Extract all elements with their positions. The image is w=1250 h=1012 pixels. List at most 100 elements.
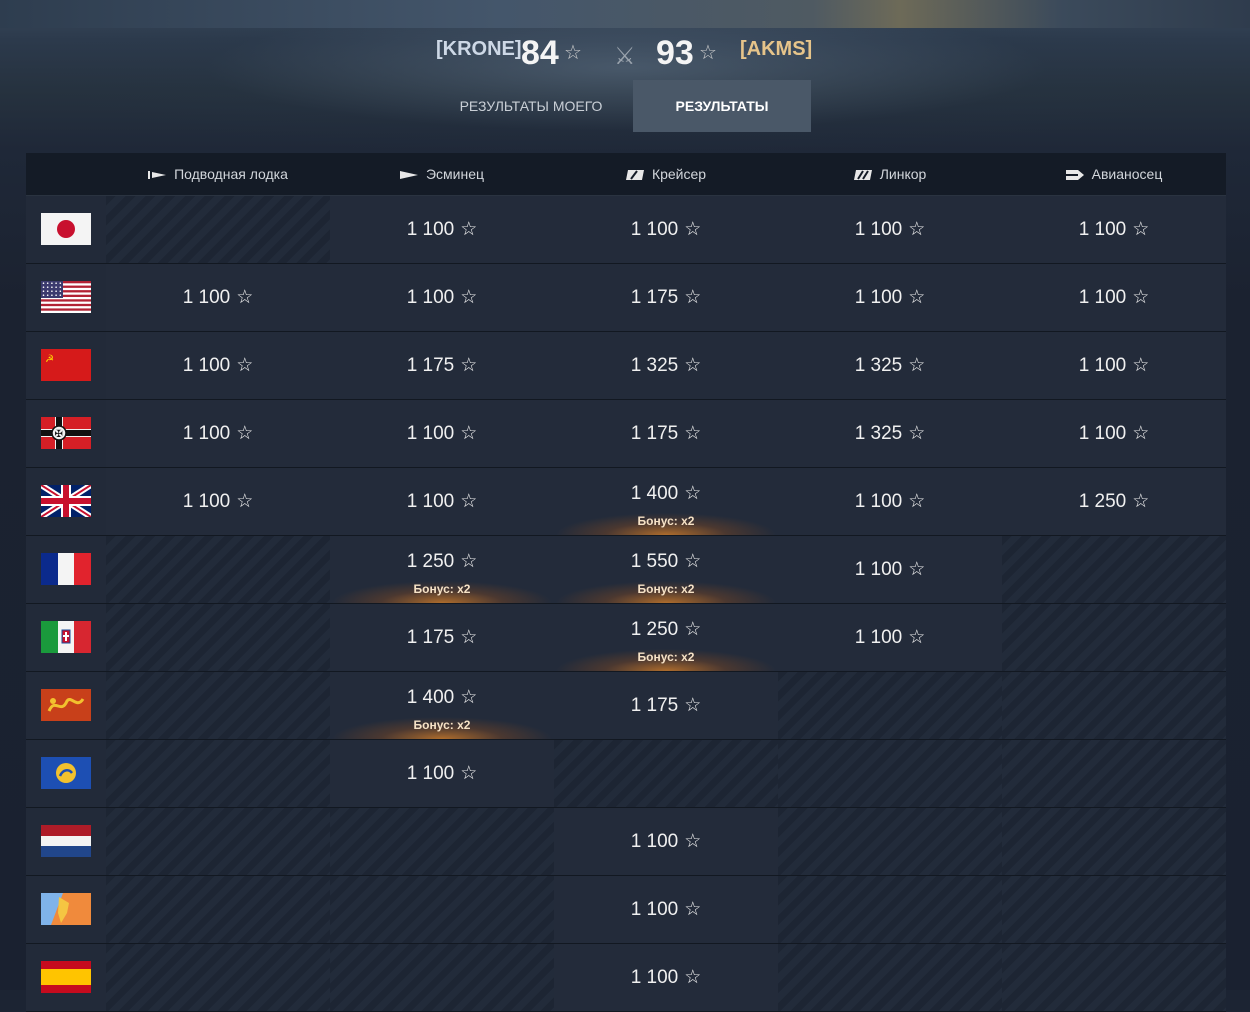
- star-icon: ☆: [460, 287, 478, 308]
- score-cell: 1 325 ☆: [778, 400, 1002, 467]
- score-cell: 1 100 ☆: [330, 400, 554, 467]
- star-value: 1 175 ☆: [554, 694, 778, 717]
- star-value: 1 100 ☆: [330, 490, 554, 513]
- nation-cell: [26, 604, 106, 671]
- star-icon: ☆: [460, 491, 478, 512]
- score-cell: 1 100 ☆: [778, 196, 1002, 263]
- empty-cell: [106, 536, 330, 603]
- score-cell: 1 100 ☆: [554, 876, 778, 943]
- star-icon: ☆: [460, 763, 478, 784]
- column-header-submarine: Подводная лодка: [106, 153, 330, 195]
- star-value-number: 1 400: [406, 687, 455, 708]
- star-icon: ☆: [460, 687, 478, 708]
- empty-cell: [106, 876, 330, 943]
- star-value-number: 1 100: [1078, 219, 1127, 240]
- star-value-number: 1 100: [630, 899, 679, 920]
- score-cell: 1 175 ☆: [330, 332, 554, 399]
- svg-text:☭: ☭: [45, 354, 54, 365]
- star-icon: ☆: [1132, 491, 1150, 512]
- column-label: Крейсер: [651, 166, 707, 182]
- column-label: Линкор: [879, 166, 927, 182]
- table-row: ☭ 1 100 ☆ 1 175 ☆ 1 325 ☆ 1 325 ☆ 1 100 ☆: [26, 332, 1226, 400]
- star-value: 1 100 ☆: [778, 626, 1002, 649]
- aircraft-carrier-icon: [1065, 170, 1084, 181]
- france-flag: [41, 553, 91, 585]
- bonus-label: Бонус: x2: [637, 514, 695, 528]
- star-value-number: 1 100: [630, 219, 679, 240]
- table-row: 1 100 ☆: [26, 740, 1226, 808]
- table-row: 1 100 ☆ 1 100 ☆ 1 175 ☆ 1 100 ☆ 1 100 ☆: [26, 264, 1226, 332]
- star-value-number: 1 100: [182, 287, 231, 308]
- star-icon: ☆: [1132, 287, 1150, 308]
- score-cell: 1 100 ☆: [106, 468, 330, 535]
- score-cell: 1 100 ☆: [1002, 264, 1226, 331]
- star-icon: ☆: [684, 483, 702, 504]
- nation-cell: [26, 264, 106, 331]
- nation-cell: [26, 672, 106, 739]
- svg-text:✠: ✠: [55, 429, 63, 440]
- star-value: 1 100 ☆: [778, 490, 1002, 513]
- score-cell: 1 100 ☆: [554, 944, 778, 1011]
- tab-opponent-results[interactable]: РЕЗУЛЬТАТЫ СОПЕРНИКА: [633, 80, 811, 166]
- column-label: Эсминец: [425, 166, 485, 182]
- table-row: 1 250 ☆ Бонус: x2 1 550 ☆ Бонус: x2 1 100 ☆: [26, 536, 1226, 604]
- empty-cell: [1002, 808, 1226, 875]
- cruiser-icon: [625, 170, 644, 181]
- table-row: 1 175 ☆ 1 250 ☆ Бонус: x2 1 100 ☆: [26, 604, 1226, 672]
- star-icon: ☆: [1132, 423, 1150, 444]
- score-cell: 1 550 ☆ Бонус: x2: [554, 536, 778, 603]
- score-cell: 1 100 ☆: [778, 536, 1002, 603]
- star-value: 1 100 ☆: [1002, 286, 1226, 309]
- empty-cell: [106, 944, 330, 1011]
- column-header-aircraft-carrier: Авианосец: [1002, 153, 1226, 195]
- star-icon: ☆: [699, 42, 717, 64]
- empty-cell: [1002, 944, 1226, 1011]
- star-value-number: 1 550: [630, 551, 679, 572]
- star-value-number: 1 175: [630, 287, 679, 308]
- battleship-icon: [853, 170, 872, 181]
- star-icon: ☆: [1132, 219, 1150, 240]
- enemy-clan-score: 93: [656, 34, 694, 72]
- empty-cell: [106, 196, 330, 263]
- ussr-flag: ☭: [41, 349, 91, 381]
- star-value-number: 1 100: [406, 423, 455, 444]
- star-value: 1 100 ☆: [106, 490, 330, 513]
- results-table: Подводная лодка Эсминец Крейсер Линкор А…: [26, 153, 1226, 1012]
- star-icon: ☆: [460, 423, 478, 444]
- nation-cell: [26, 876, 106, 943]
- star-value-number: 1 100: [854, 219, 903, 240]
- star-value-number: 1 400: [630, 483, 679, 504]
- star-value-number: 1 100: [1078, 287, 1127, 308]
- star-icon: ☆: [684, 619, 702, 640]
- score-cell: 1 100 ☆: [1002, 196, 1226, 263]
- star-value-number: 1 175: [630, 695, 679, 716]
- star-value: 1 100 ☆: [330, 422, 554, 445]
- bonus-label: Бонус: x2: [413, 582, 471, 596]
- star-icon: ☆: [908, 559, 926, 580]
- results-tabs: РЕЗУЛЬТАТЫ МОЕГО КЛАНА РЕЗУЛЬТАТЫ СОПЕРН…: [0, 80, 1250, 166]
- score-cell: 1 250 ☆ Бонус: x2: [330, 536, 554, 603]
- star-value: 1 175 ☆: [554, 286, 778, 309]
- nation-cell: [26, 808, 106, 875]
- star-icon: ☆: [684, 695, 702, 716]
- star-value: 1 100 ☆: [778, 286, 1002, 309]
- star-value: 1 250 ☆: [330, 550, 554, 573]
- score-cell: 1 175 ☆: [554, 672, 778, 739]
- star-icon: ☆: [236, 423, 254, 444]
- empty-cell: [330, 808, 554, 875]
- score-cell: 1 175 ☆: [330, 604, 554, 671]
- score-cell: 1 100 ☆: [778, 264, 1002, 331]
- star-value: 1 250 ☆: [1002, 490, 1226, 513]
- score-cell: 1 250 ☆: [1002, 468, 1226, 535]
- score-cell: 1 100 ☆: [330, 196, 554, 263]
- score-cell: 1 400 ☆ Бонус: x2: [554, 468, 778, 535]
- star-value: 1 100 ☆: [1002, 422, 1226, 445]
- star-value: 1 100 ☆: [330, 762, 554, 785]
- star-icon: ☆: [684, 551, 702, 572]
- table-row: ✠ 1 100 ☆ 1 100 ☆ 1 175 ☆ 1 325 ☆ 1 100 ☆: [26, 400, 1226, 468]
- tab-my-clan-results[interactable]: РЕЗУЛЬТАТЫ МОЕГО КЛАНА: [436, 80, 626, 166]
- star-value-number: 1 100: [1078, 423, 1127, 444]
- table-row: 1 100 ☆: [26, 808, 1226, 876]
- empty-cell: [330, 944, 554, 1011]
- table-row: 1 400 ☆ Бонус: x2 1 175 ☆: [26, 672, 1226, 740]
